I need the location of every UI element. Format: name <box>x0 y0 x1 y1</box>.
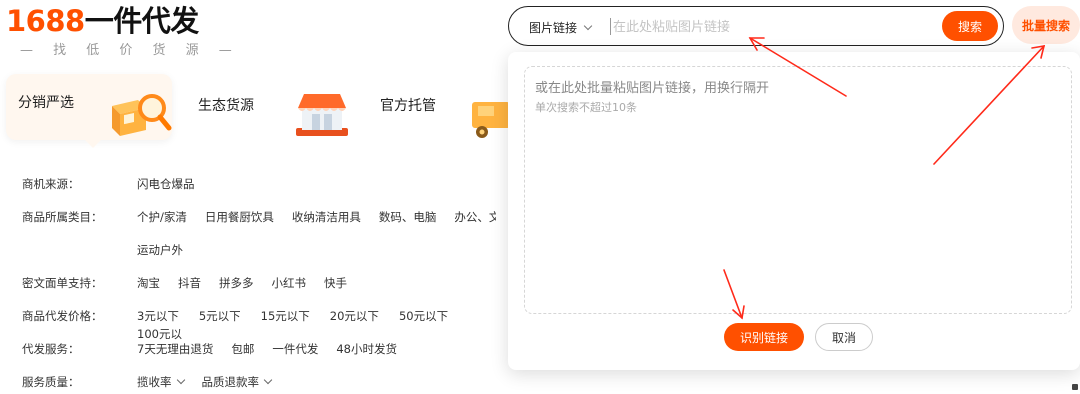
search-bar: 图片链接 搜索 <box>508 6 1004 46</box>
filter-dropdown[interactable]: 揽收率 <box>137 373 185 391</box>
batch-link-textarea[interactable]: 或在此处批量粘贴图片链接，用换行隔开 单次搜索不超过10条 <box>524 66 1072 314</box>
filter-label: 商机来源： <box>22 177 80 191</box>
filter-option[interactable]: 48小时发货 <box>336 340 397 358</box>
filter-row-service: 代发服务： 7天无理由退货 包邮 一件代发 48小时发货 <box>22 340 512 373</box>
batch-search-button[interactable]: 批量搜索 <box>1012 6 1080 44</box>
logo-wordmark: 1688一件代发 <box>6 4 240 38</box>
logo-tagline: — 找 低 价 货 源 — <box>20 43 240 58</box>
category-tab-guanfang[interactable]: 官方托管 <box>380 74 510 140</box>
category-tab-fenxiao[interactable]: 分销严选 <box>6 74 172 148</box>
filter-option-label: 品质退款率 <box>201 375 260 389</box>
filter-option[interactable]: 小红书 <box>272 274 307 292</box>
logo[interactable]: 1688一件代发 — 找 低 价 货 源 — <box>6 4 240 58</box>
filter-option[interactable]: 数码、电脑 <box>379 208 437 226</box>
search-type-select[interactable]: 图片链接 <box>529 19 593 36</box>
category-tab-label: 分销严选 <box>18 95 74 111</box>
search-input[interactable] <box>613 16 933 38</box>
filter-option[interactable]: 7天无理由退货 <box>137 340 213 358</box>
filter-option[interactable]: 日用餐厨饮具 <box>205 208 274 226</box>
filter-option[interactable]: 运动户外 <box>137 241 512 259</box>
filter-label: 服务质量： <box>22 375 80 389</box>
search-divider <box>610 18 611 35</box>
filter-label: 密文面单支持： <box>22 276 103 290</box>
filter-option[interactable]: 50元以下 <box>399 307 448 325</box>
filter-option[interactable]: 3元以下 <box>137 307 179 325</box>
filter-label: 商品代发价格： <box>22 309 103 323</box>
filter-dropdown[interactable]: 品质退款率 <box>201 373 273 391</box>
filter-row-source: 商机来源： 闪电仓爆品 <box>22 175 512 208</box>
package-magnifier-icon <box>112 94 172 136</box>
filter-label: 代发服务： <box>22 342 80 356</box>
scrollbar-corner <box>1072 384 1078 390</box>
filter-option[interactable]: 办公、文 <box>454 208 496 226</box>
filter-option[interactable]: 闪电仓爆品 <box>137 175 195 193</box>
textarea-hint: 单次搜索不超过10条 <box>535 101 637 114</box>
filter-panel: 商机来源： 闪电仓爆品 商品所属类目： 个护/家清 日用餐厨饮具 收纳清洁用具 … <box>22 175 512 394</box>
filter-row-platform: 密文面单支持： 淘宝 抖音 拼多多 小红书 快手 <box>22 274 512 307</box>
filter-option[interactable]: 抖音 <box>178 274 201 292</box>
filter-option[interactable]: 快手 <box>324 274 347 292</box>
chevron-down-icon <box>583 21 593 31</box>
logo-number: 1688 <box>6 4 85 38</box>
filter-label: 商品所属类目： <box>22 210 103 224</box>
filter-row-category: 商品所属类目： 个护/家清 日用餐厨饮具 收纳清洁用具 数码、电脑 办公、文 运… <box>22 208 512 274</box>
chevron-down-icon <box>176 375 185 385</box>
filter-option[interactable]: 拼多多 <box>219 274 254 292</box>
filter-option[interactable]: 收纳清洁用具 <box>292 208 361 226</box>
filter-row-price: 商品代发价格： 3元以下 5元以下 15元以下 20元以下 50元以下 100元… <box>22 307 512 341</box>
filter-option[interactable]: 5元以下 <box>199 307 241 325</box>
logo-text: 一件代发 <box>84 4 200 38</box>
category-tab-shengtai[interactable]: 生态货源 <box>198 74 368 140</box>
category-tab-label: 生态货源 <box>198 98 254 114</box>
batch-link-panel: 或在此处批量粘贴图片链接，用换行隔开 单次搜索不超过10条 识别链接 取消 <box>508 52 1080 370</box>
filter-option[interactable]: 淘宝 <box>137 274 160 292</box>
filter-option[interactable]: 包邮 <box>231 340 254 358</box>
recognize-link-button[interactable]: 识别链接 <box>724 323 804 351</box>
storefront-icon <box>296 94 348 136</box>
chevron-down-icon <box>263 375 273 385</box>
search-type-label: 图片链接 <box>529 21 578 35</box>
filter-option[interactable]: 20元以下 <box>330 307 379 325</box>
textarea-placeholder: 或在此处批量粘贴图片链接，用换行隔开 <box>535 81 770 96</box>
cancel-button[interactable]: 取消 <box>815 323 873 351</box>
filter-option[interactable]: 15元以下 <box>261 307 310 325</box>
filter-option[interactable]: 个护/家清 <box>137 208 187 226</box>
delivery-truck-icon <box>472 102 510 138</box>
category-tab-label: 官方托管 <box>380 98 436 114</box>
filter-option-label: 揽收率 <box>137 375 172 389</box>
filter-option[interactable]: 一件代发 <box>272 340 318 358</box>
filter-row-quality: 服务质量： 揽收率 品质退款率 <box>22 373 512 394</box>
search-button[interactable]: 搜索 <box>942 11 998 41</box>
category-tabs: 分销严选 生态货源 官方托管 <box>6 74 526 148</box>
